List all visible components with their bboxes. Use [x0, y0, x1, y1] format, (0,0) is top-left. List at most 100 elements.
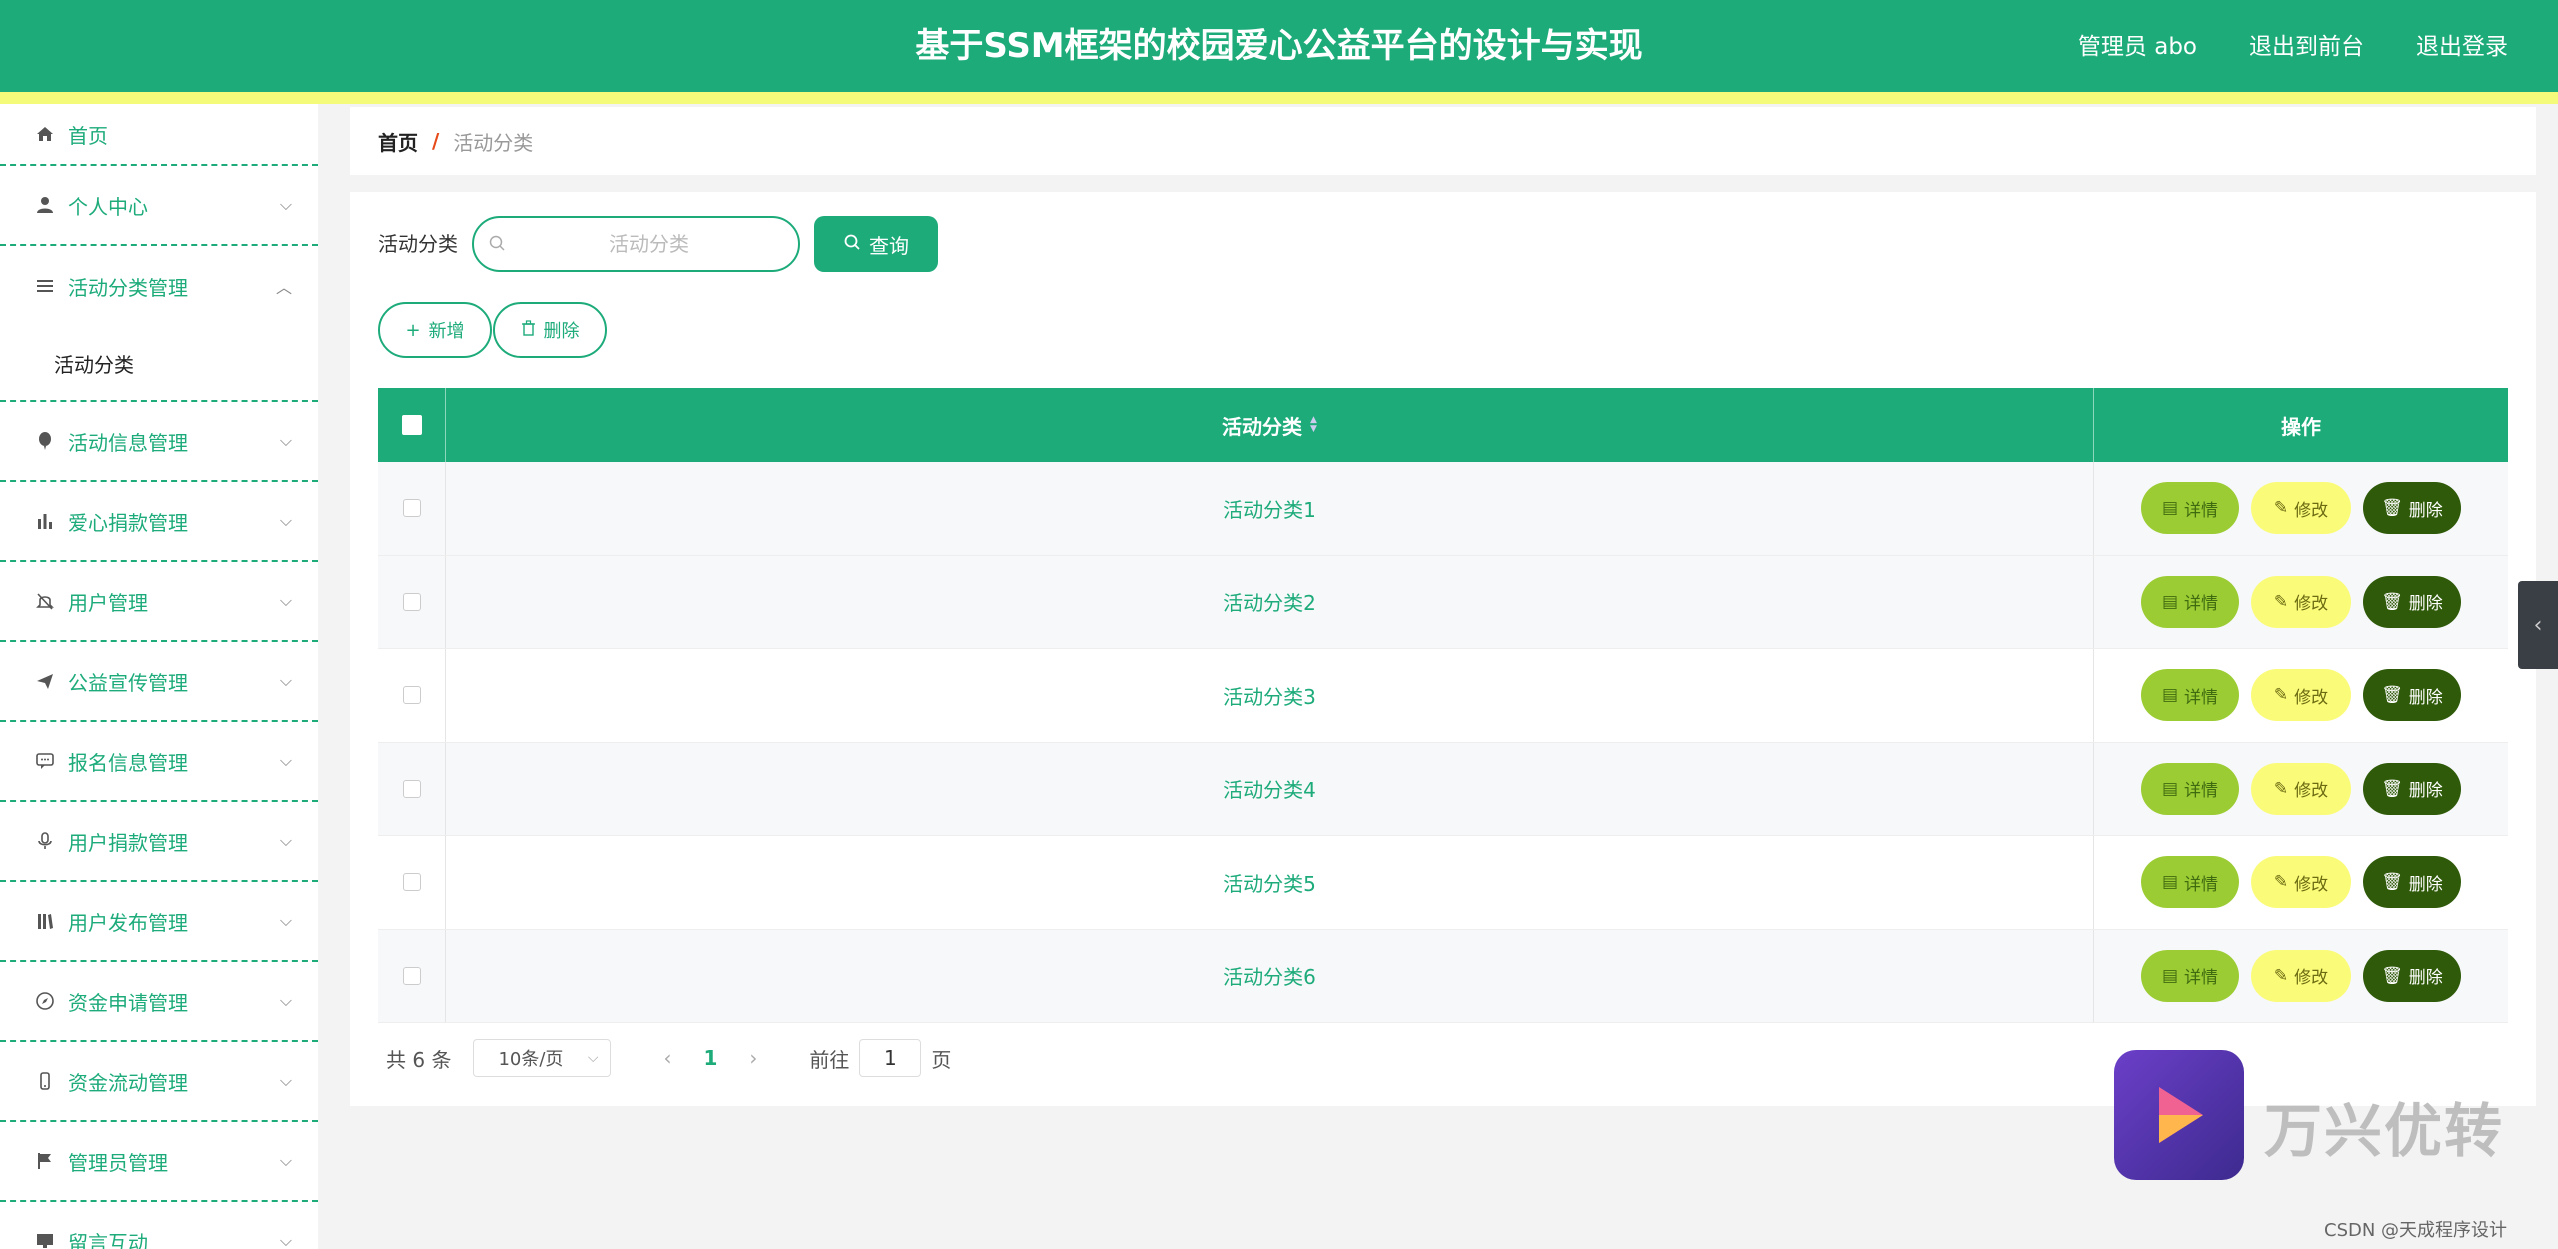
- delete-button[interactable]: 🗑 删除: [2363, 949, 2461, 1002]
- detail-button[interactable]: ▤ 详情: [2141, 575, 2239, 628]
- row-checkbox[interactable]: [402, 592, 421, 611]
- goto-page-input[interactable]: 1: [859, 1039, 922, 1077]
- sidebar-item-fund-flow-mgmt[interactable]: 资金流动管理 ⌵: [0, 1042, 318, 1122]
- row-checkbox[interactable]: [402, 779, 421, 798]
- send-icon: [34, 670, 56, 692]
- chevron-down-icon: ⌵: [279, 591, 292, 610]
- edit-label: 修改: [2294, 781, 2329, 802]
- sidebar-item-label: 个人中心: [68, 194, 148, 219]
- chevron-down-icon: ⌵: [279, 195, 292, 214]
- sidebar-item-fund-apply-mgmt[interactable]: 资金申请管理 ⌵: [0, 962, 318, 1042]
- delete-label: 删除: [2408, 781, 2443, 802]
- sidebar-item-label: 资金流动管理: [68, 1070, 188, 1095]
- batch-delete-button[interactable]: 删除: [493, 302, 607, 358]
- row-checkbox[interactable]: [402, 966, 421, 985]
- sidebar: 首页 个人中心 ⌵ 活动分类管理 ︿ 活动分类 活动信息管理 ⌵ 爱心捐款管理 …: [0, 104, 318, 1249]
- edit-button[interactable]: ✎ 修改: [2251, 762, 2351, 815]
- edit-button[interactable]: ✎ 修改: [2251, 575, 2351, 628]
- document-icon: ▤: [2161, 591, 2179, 612]
- add-button[interactable]: + 新增: [378, 302, 492, 358]
- delete-button[interactable]: 🗑 删除: [2363, 669, 2461, 722]
- edit-button[interactable]: ✎ 修改: [2251, 949, 2351, 1002]
- sidebar-item-label: 活动信息管理: [68, 430, 188, 455]
- sort-icon[interactable]: ▲ ▼: [1310, 416, 1317, 434]
- table-row: 活动分类6 ▤ 详情 ✎ 修改 🗑 删除: [378, 929, 2508, 1023]
- row-ops-cell: ▤ 详情 ✎ 修改 🗑 删除: [2094, 930, 2508, 1023]
- edit-button[interactable]: ✎ 修改: [2251, 669, 2351, 722]
- sidebar-item-message-interaction[interactable]: 留言互动 ⌵: [0, 1202, 318, 1249]
- prev-page-button[interactable]: ‹: [663, 1046, 671, 1070]
- logout-link[interactable]: 退出登录: [2416, 27, 2508, 61]
- sidebar-item-user-publish-mgmt[interactable]: 用户发布管理 ⌵: [0, 882, 318, 962]
- chat-icon: [34, 750, 56, 772]
- monitor-icon: [34, 1230, 56, 1249]
- sidebar-item-home[interactable]: 首页: [0, 104, 318, 166]
- row-checkbox[interactable]: [402, 686, 421, 705]
- sidebar-item-label: 用户发布管理: [68, 910, 188, 935]
- header-name-cell[interactable]: 活动分类 ▲ ▼: [446, 388, 2094, 462]
- detail-label: 详情: [2184, 594, 2219, 615]
- row-checkbox[interactable]: [402, 873, 421, 892]
- edit-button[interactable]: ✎ 修改: [2251, 482, 2351, 535]
- pencil-icon: ✎: [2273, 685, 2289, 706]
- detail-button[interactable]: ▤ 详情: [2141, 669, 2239, 722]
- delete-button[interactable]: 🗑 删除: [2363, 762, 2461, 815]
- delete-button[interactable]: 🗑 删除: [2363, 482, 2461, 535]
- current-page[interactable]: 1: [703, 1046, 717, 1070]
- breadcrumb-current: 活动分类: [453, 130, 534, 155]
- sidebar-item-label: 资金申请管理: [68, 990, 188, 1015]
- breadcrumb-home[interactable]: 首页: [378, 127, 418, 156]
- edit-button[interactable]: ✎ 修改: [2251, 856, 2351, 909]
- sidebar-item-personal-center[interactable]: 个人中心 ⌵: [0, 166, 318, 246]
- sidebar-item-donation-mgmt[interactable]: 爱心捐款管理 ⌵: [0, 482, 318, 562]
- sidebar-item-publicity-mgmt[interactable]: 公益宣传管理 ⌵: [0, 642, 318, 722]
- delete-button[interactable]: 🗑 删除: [2363, 856, 2461, 909]
- search-icon: [488, 234, 508, 254]
- delete-label: 删除: [2408, 968, 2443, 989]
- row-ops-cell: ▤ 详情 ✎ 修改 🗑 删除: [2094, 556, 2508, 649]
- bell-off-icon: [34, 590, 56, 612]
- header-ops-cell: 操作: [2094, 388, 2508, 462]
- sidebar-subitem-activity-category[interactable]: 活动分类: [0, 326, 318, 402]
- chevron-down-icon: ⌵: [279, 911, 292, 930]
- exit-to-front-link[interactable]: 退出到前台: [2249, 27, 2364, 61]
- chevron-down-icon: ⌵: [279, 1231, 292, 1249]
- row-name: 活动分类1: [1223, 497, 1316, 522]
- table-row: 活动分类1 ▤ 详情 ✎ 修改 🗑 删除: [378, 462, 2508, 556]
- delete-label: 删除: [2408, 594, 2443, 615]
- column-header-activity-category: 活动分类: [1222, 414, 1303, 439]
- sidebar-item-user-donation-mgmt[interactable]: 用户捐款管理 ⌵: [0, 802, 318, 882]
- sidebar-item-admin-mgmt[interactable]: 管理员管理 ⌵: [0, 1122, 318, 1202]
- detail-button[interactable]: ▤ 详情: [2141, 762, 2239, 815]
- header-links: 管理员 abo 退出到前台 退出登录: [2078, 0, 2508, 88]
- chevron-left-icon: ‹: [2533, 612, 2543, 638]
- side-panel-toggle[interactable]: ‹: [2518, 581, 2558, 669]
- goto-prefix: 前往: [809, 1047, 850, 1072]
- query-button[interactable]: 查询: [814, 216, 938, 272]
- trash-icon: [521, 319, 536, 341]
- table-header: 活动分类 ▲ ▼ 操作: [378, 388, 2508, 462]
- chevron-down-icon: ⌵: [279, 431, 292, 450]
- pencil-icon: ✎: [2273, 778, 2289, 799]
- document-icon: ▤: [2161, 965, 2179, 986]
- detail-button[interactable]: ▤ 详情: [2141, 949, 2239, 1002]
- detail-button[interactable]: ▤ 详情: [2141, 856, 2239, 909]
- table-row: 活动分类5 ▤ 详情 ✎ 修改 🗑 删除: [378, 836, 2508, 930]
- delete-button[interactable]: 🗑 删除: [2363, 575, 2461, 628]
- row-ops-cell: ▤ 详情 ✎ 修改 🗑 删除: [2094, 743, 2508, 836]
- search-input[interactable]: [514, 226, 784, 262]
- page-size-select[interactable]: 10条/页 ⌵: [473, 1039, 612, 1077]
- sidebar-item-user-mgmt[interactable]: 用户管理 ⌵: [0, 562, 318, 642]
- sidebar-item-registration-mgmt[interactable]: 报名信息管理 ⌵: [0, 722, 318, 802]
- row-name-cell: 活动分类6: [446, 929, 2094, 1022]
- next-page-button[interactable]: ›: [749, 1046, 757, 1070]
- detail-button[interactable]: ▤ 详情: [2141, 482, 2239, 535]
- select-all-checkbox[interactable]: [401, 415, 422, 435]
- row-checkbox[interactable]: [402, 499, 421, 518]
- user-icon: [34, 194, 56, 216]
- document-icon: ▤: [2161, 498, 2179, 519]
- sidebar-item-activity-category-mgmt[interactable]: 活动分类管理 ︿: [0, 246, 318, 326]
- phone-icon: [34, 1070, 56, 1092]
- search-box: [472, 216, 800, 272]
- sidebar-item-activity-info-mgmt[interactable]: 活动信息管理 ⌵: [0, 402, 318, 482]
